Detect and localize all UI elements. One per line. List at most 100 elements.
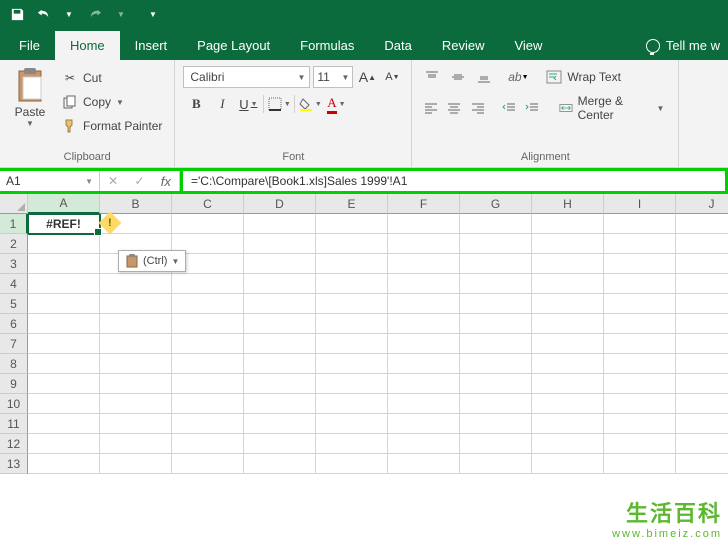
cell[interactable] (172, 394, 244, 414)
tell-me-search[interactable]: Tell me w (631, 31, 728, 60)
cell[interactable] (316, 314, 388, 334)
cell[interactable] (172, 454, 244, 474)
select-all-corner[interactable] (0, 194, 28, 214)
col-header-B[interactable]: B (100, 194, 172, 214)
cell[interactable] (676, 234, 728, 254)
tab-file[interactable]: File (4, 31, 55, 60)
cell[interactable] (388, 274, 460, 294)
cell[interactable] (244, 254, 316, 274)
cell[interactable] (172, 374, 244, 394)
cell[interactable] (460, 314, 532, 334)
cell[interactable] (604, 294, 676, 314)
cell[interactable] (100, 334, 172, 354)
cell[interactable] (316, 254, 388, 274)
cell[interactable] (604, 374, 676, 394)
row-header-2[interactable]: 2 (0, 234, 28, 254)
cell[interactable] (604, 314, 676, 334)
cell[interactable] (532, 374, 604, 394)
cell[interactable] (28, 354, 100, 374)
cell[interactable] (172, 414, 244, 434)
cell[interactable] (388, 334, 460, 354)
cell[interactable] (532, 354, 604, 374)
paste-options-button[interactable]: (Ctrl) ▼ (118, 250, 186, 272)
row-header-7[interactable]: 7 (0, 334, 28, 354)
cell[interactable] (460, 234, 532, 254)
qat-customize-icon[interactable]: ▼ (144, 5, 162, 23)
cell[interactable] (244, 374, 316, 394)
align-right-button[interactable] (467, 97, 488, 119)
cell[interactable] (244, 454, 316, 474)
cell[interactable] (316, 374, 388, 394)
cell[interactable] (28, 314, 100, 334)
cell[interactable] (676, 374, 728, 394)
tab-page-layout[interactable]: Page Layout (182, 31, 285, 60)
cell[interactable] (532, 334, 604, 354)
italic-button[interactable]: I (209, 92, 235, 116)
cell[interactable] (676, 394, 728, 414)
cell[interactable] (388, 354, 460, 374)
cell[interactable] (604, 254, 676, 274)
cell[interactable] (676, 254, 728, 274)
cell[interactable] (532, 254, 604, 274)
cell[interactable] (604, 334, 676, 354)
tab-review[interactable]: Review (427, 31, 500, 60)
col-header-A[interactable]: A (28, 194, 100, 214)
cell[interactable] (172, 354, 244, 374)
row-header-1[interactable]: 1 (0, 214, 28, 234)
redo-icon[interactable] (86, 5, 104, 23)
tab-insert[interactable]: Insert (120, 31, 183, 60)
borders-button[interactable]: ▼ (266, 92, 292, 116)
cell[interactable] (244, 234, 316, 254)
cell[interactable] (388, 414, 460, 434)
cell[interactable] (604, 414, 676, 434)
row-header-10[interactable]: 10 (0, 394, 28, 414)
cell[interactable] (316, 214, 388, 234)
cell[interactable] (100, 434, 172, 454)
bold-button[interactable]: B (183, 92, 209, 116)
cell[interactable] (388, 294, 460, 314)
col-header-E[interactable]: E (316, 194, 388, 214)
cell[interactable] (316, 394, 388, 414)
cell[interactable] (244, 394, 316, 414)
orientation-button[interactable]: ab▼ (506, 66, 530, 88)
cell[interactable] (100, 294, 172, 314)
cell[interactable] (388, 394, 460, 414)
cell[interactable] (100, 454, 172, 474)
cell[interactable] (676, 434, 728, 454)
cell[interactable] (460, 414, 532, 434)
cell[interactable] (316, 354, 388, 374)
cell[interactable] (28, 294, 100, 314)
enter-icon[interactable]: ✓ (134, 174, 144, 188)
cell[interactable] (244, 274, 316, 294)
cell[interactable] (172, 274, 244, 294)
cell[interactable] (604, 434, 676, 454)
col-header-F[interactable]: F (388, 194, 460, 214)
row-header-8[interactable]: 8 (0, 354, 28, 374)
cell[interactable] (244, 434, 316, 454)
tab-data[interactable]: Data (369, 31, 426, 60)
decrease-indent-button[interactable] (498, 97, 519, 119)
cell[interactable] (388, 214, 460, 234)
cell[interactable] (676, 454, 728, 474)
align-top-button[interactable] (420, 66, 444, 88)
decrease-font-button[interactable]: A▼ (381, 66, 403, 88)
cell[interactable] (172, 434, 244, 454)
cell[interactable] (532, 394, 604, 414)
cell[interactable] (172, 334, 244, 354)
row-header-4[interactable]: 4 (0, 274, 28, 294)
cell[interactable] (244, 414, 316, 434)
cell[interactable] (316, 234, 388, 254)
cell[interactable] (172, 214, 244, 234)
cell[interactable] (244, 294, 316, 314)
cell[interactable] (316, 414, 388, 434)
format-painter-button[interactable]: Format Painter (58, 116, 166, 136)
cell[interactable] (676, 314, 728, 334)
cell-A1[interactable]: #REF! (28, 214, 100, 234)
cell[interactable] (28, 454, 100, 474)
cell[interactable] (28, 234, 100, 254)
fx-icon[interactable]: fx (161, 174, 171, 189)
row-header-6[interactable]: 6 (0, 314, 28, 334)
increase-indent-button[interactable] (521, 97, 542, 119)
cell[interactable] (388, 454, 460, 474)
cell[interactable] (676, 294, 728, 314)
